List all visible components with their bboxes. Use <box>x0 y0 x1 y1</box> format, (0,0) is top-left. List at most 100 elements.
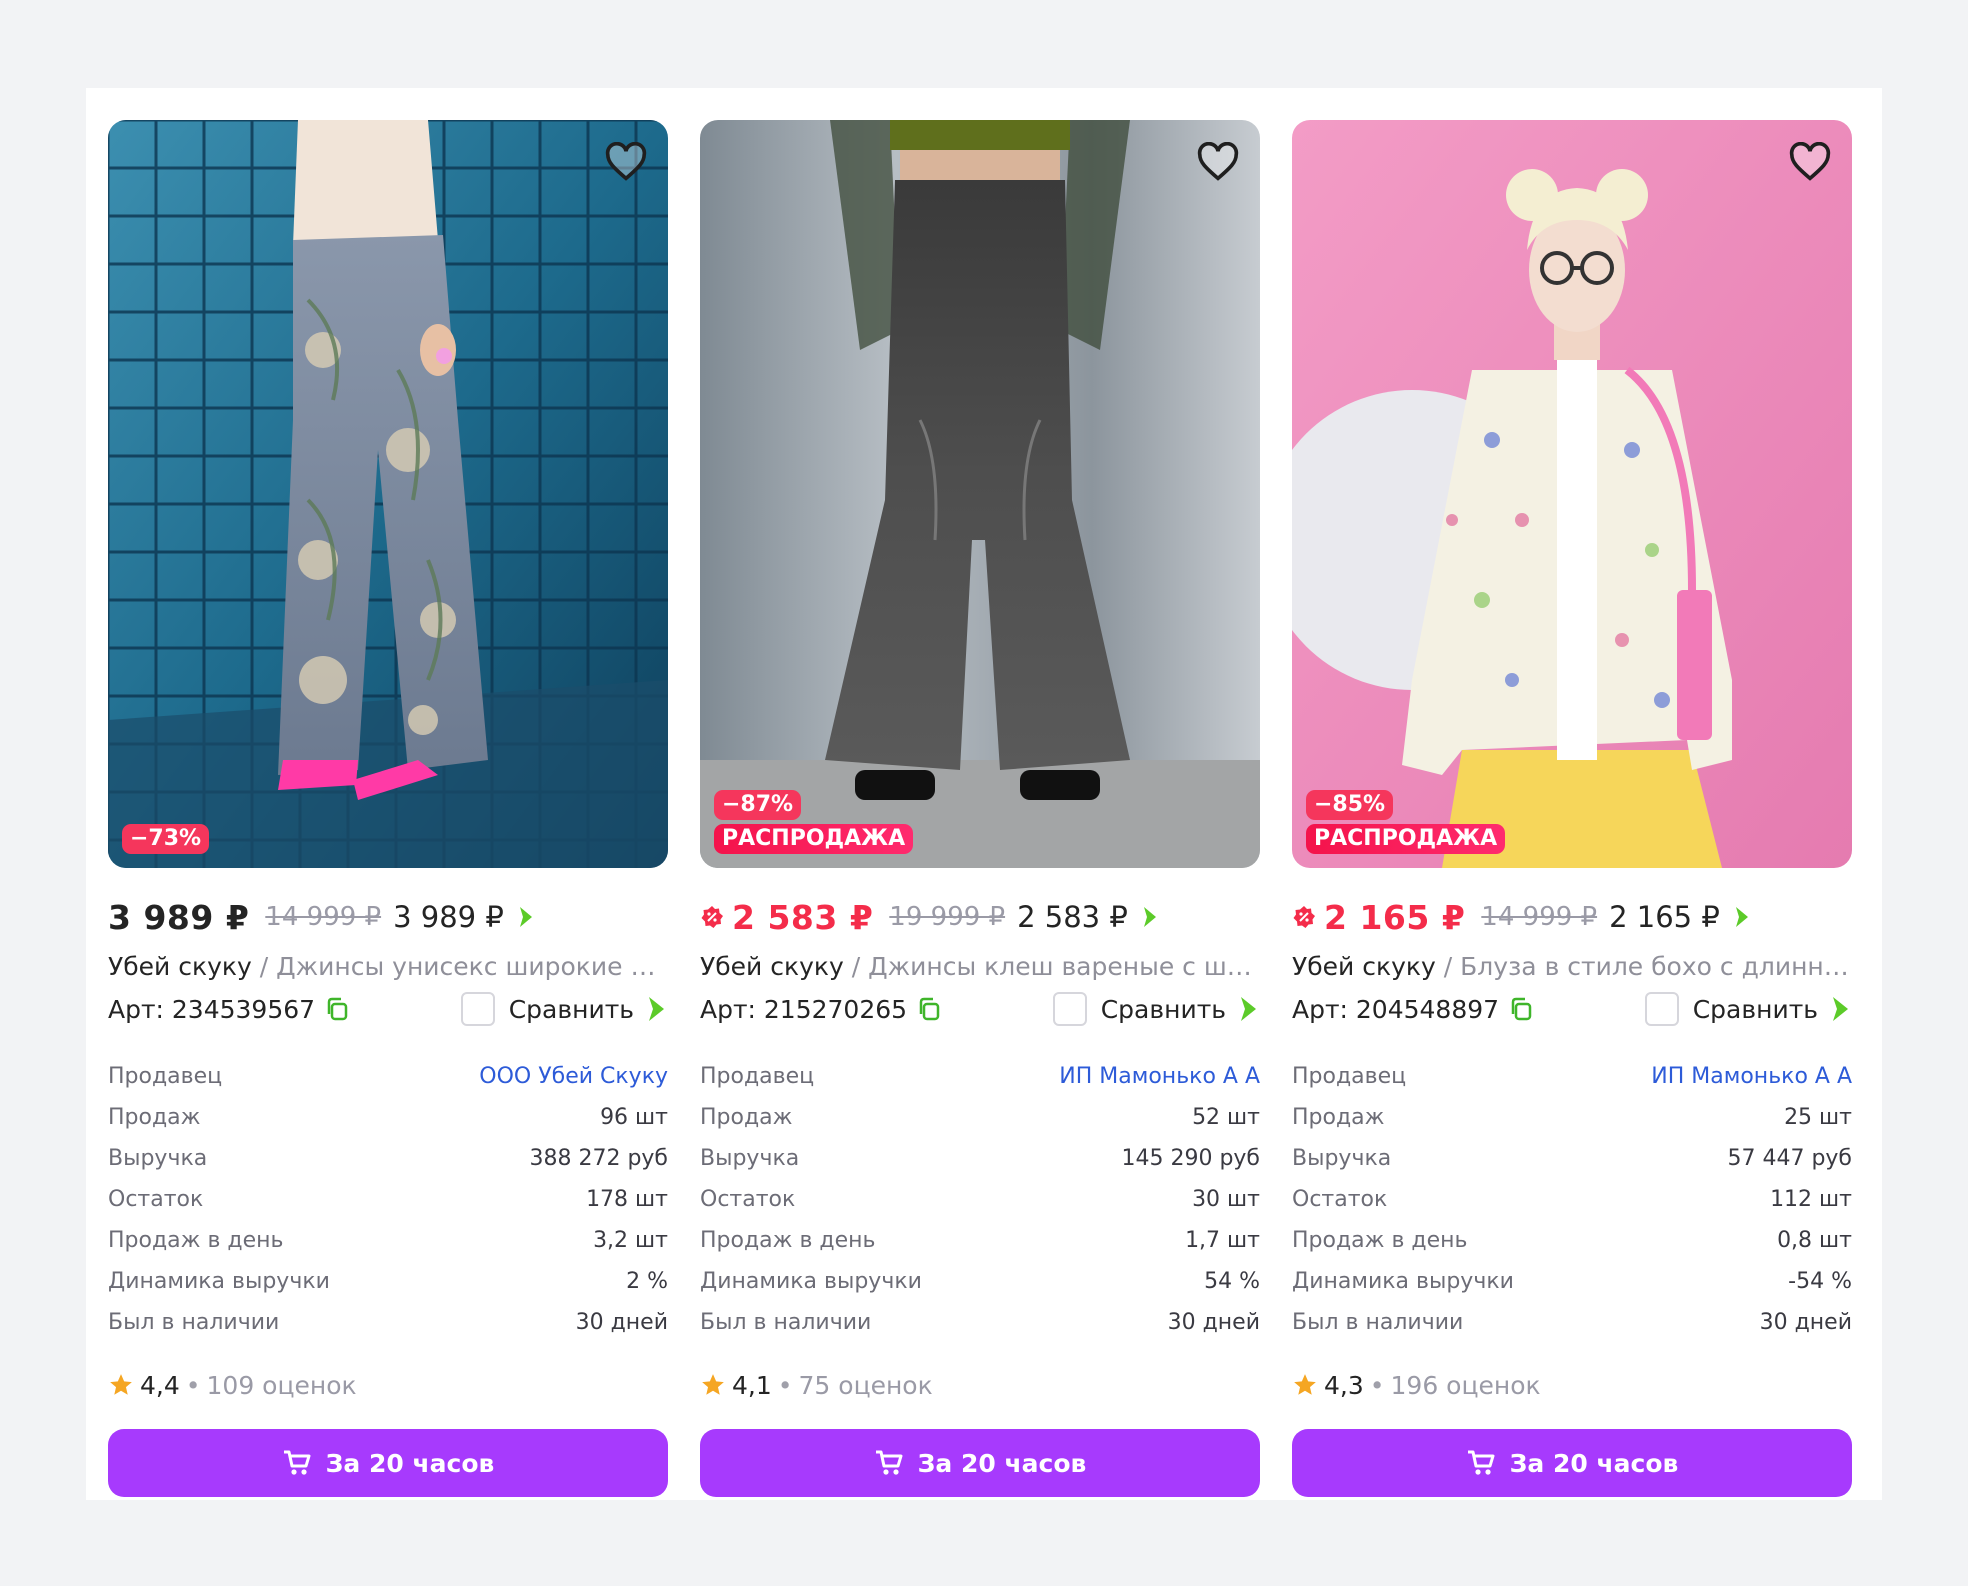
product-name[interactable]: Блуза в стиле бохо с длинн… <box>1460 952 1849 981</box>
buy-button[interactable]: За 20 часов <box>700 1429 1260 1497</box>
sale-badge: РАСПРОДАЖА <box>714 824 914 854</box>
compare-checkbox[interactable] <box>1052 992 1087 1026</box>
compare-checkbox[interactable] <box>1644 992 1679 1026</box>
copy-icon[interactable] <box>915 995 943 1023</box>
stat-value: 30 дней <box>1759 1310 1852 1335</box>
stat-sales: Продаж 52 шт <box>700 1097 1260 1138</box>
stat-revenue-dynamics: Динамика выручки 2 % <box>108 1261 668 1302</box>
sale-percent-icon <box>1293 906 1315 928</box>
rating-row[interactable]: 4,1 • 75 оценок <box>700 1365 1260 1405</box>
stat-value: 25 шт <box>1784 1105 1852 1130</box>
stat-stock: Остаток 112 шт <box>1292 1179 1852 1220</box>
wallet-price: 3 989 ₽ <box>393 900 504 934</box>
current-price: 3 989 ₽ <box>108 897 250 937</box>
wallet-arrow-icon <box>519 907 532 927</box>
rating-row[interactable]: 4,4 • 109 оценок <box>108 1365 668 1405</box>
product-title[interactable]: Убей скуку / Блуза в стиле бохо с длинн… <box>1292 950 1852 984</box>
product-image-boho-blouse <box>1292 120 1852 868</box>
product-name[interactable]: Джинсы унисекс широкие … <box>276 952 655 981</box>
article-number: Арт: 204548897 <box>1292 994 1500 1024</box>
old-price: 19 999 ₽ <box>889 902 1006 932</box>
current-price: 2 583 ₽ <box>732 897 874 937</box>
cart-icon <box>283 1450 311 1475</box>
heart-outline-icon <box>605 142 647 181</box>
article-row: Арт: 204548897 Сравнить <box>1292 990 1852 1028</box>
stat-label: Продавец <box>700 1064 815 1089</box>
stat-sales: Продаж 96 шт <box>108 1097 668 1138</box>
reviews-count[interactable]: 109 оценок <box>207 1371 357 1400</box>
rating-value: 4,4 <box>140 1370 180 1400</box>
buy-button[interactable]: За 20 часов <box>108 1429 668 1497</box>
stat-sales-per-day: Продаж в день 1,7 шт <box>700 1220 1260 1261</box>
title-separator: / <box>259 952 277 981</box>
stat-value: -54 % <box>1788 1269 1852 1294</box>
compare-toggle[interactable]: Сравнить <box>1052 992 1260 1026</box>
compare-label: Сравнить <box>1100 994 1226 1024</box>
stat-value: 145 290 руб <box>1121 1146 1260 1171</box>
product-card[interactable]: −73% 3 989 ₽ 14 999 ₽ 3 989 ₽ Убей скуку… <box>108 120 668 1497</box>
brand-name[interactable]: Убей скуку <box>108 952 252 981</box>
stat-label: Остаток <box>1292 1187 1388 1212</box>
compare-toggle[interactable]: Сравнить <box>1644 992 1852 1026</box>
stat-value: 52 шт <box>1192 1105 1260 1130</box>
compare-arrow-icon <box>649 997 664 1021</box>
stat-value: 30 дней <box>575 1310 668 1335</box>
copy-icon[interactable] <box>1507 995 1535 1023</box>
seller-link[interactable]: ИП Мамонько А А <box>1059 1064 1260 1089</box>
stat-label: Продаж <box>700 1105 793 1130</box>
sale-percent-icon <box>701 906 723 928</box>
stats-table: Продавец ИП Мамонько А А Продаж 25 шт Вы… <box>1292 1056 1852 1343</box>
stat-value: 54 % <box>1204 1269 1260 1294</box>
product-photo[interactable]: −87% РАСПРОДАЖА <box>700 120 1260 868</box>
stat-value: 112 шт <box>1770 1187 1852 1212</box>
product-photo[interactable]: −73% <box>108 120 668 868</box>
stat-revenue-dynamics: Динамика выручки -54 % <box>1292 1261 1852 1302</box>
stat-stock: Остаток 30 шт <box>700 1179 1260 1220</box>
star-icon <box>702 1374 724 1395</box>
reviews-count[interactable]: 196 оценок <box>1391 1371 1541 1400</box>
discount-badge: −87% <box>714 790 802 820</box>
title-separator: / <box>851 952 869 981</box>
badges: −87% РАСПРОДАЖА <box>714 790 914 854</box>
stat-label: Продаж в день <box>1292 1228 1468 1253</box>
brand-name[interactable]: Убей скуку <box>1292 952 1436 981</box>
product-photo[interactable]: −85% РАСПРОДАЖА <box>1292 120 1852 868</box>
stat-label: Был в наличии <box>1292 1310 1464 1335</box>
seller-link[interactable]: ООО Убей Скуку <box>479 1064 668 1089</box>
product-title[interactable]: Убей скуку / Джинсы клеш вареные с ш… <box>700 950 1260 984</box>
favorite-button[interactable] <box>602 138 650 186</box>
stat-value: 57 447 руб <box>1727 1146 1852 1171</box>
stats-table: Продавец ООО Убей Скуку Продаж 96 шт Выр… <box>108 1056 668 1343</box>
stat-label: Был в наличии <box>700 1310 872 1335</box>
buy-button[interactable]: За 20 часов <box>1292 1429 1852 1497</box>
stat-value: 3,2 шт <box>593 1228 668 1253</box>
product-card[interactable]: −87% РАСПРОДАЖА 2 583 ₽ 19 999 ₽ 2 583 ₽… <box>700 120 1260 1497</box>
buy-button-label: За 20 часов <box>325 1448 495 1478</box>
stat-label: Выручка <box>700 1146 800 1171</box>
seller-link[interactable]: ИП Мамонько А А <box>1651 1064 1852 1089</box>
rating-row[interactable]: 4,3 • 196 оценок <box>1292 1365 1852 1405</box>
stat-value: 178 шт <box>586 1187 668 1212</box>
stat-value: 30 шт <box>1192 1187 1260 1212</box>
stat-label: Продаж <box>108 1105 201 1130</box>
stat-revenue-dynamics: Динамика выручки 54 % <box>700 1261 1260 1302</box>
reviews-count[interactable]: 75 оценок <box>799 1371 933 1400</box>
product-card[interactable]: −85% РАСПРОДАЖА 2 165 ₽ 14 999 ₽ 2 165 ₽… <box>1292 120 1852 1497</box>
product-title[interactable]: Убей скуку / Джинсы унисекс широкие … <box>108 950 668 984</box>
compare-toggle[interactable]: Сравнить <box>460 992 668 1026</box>
stat-value: 2 % <box>626 1269 668 1294</box>
stat-stock: Остаток 178 шт <box>108 1179 668 1220</box>
compare-label: Сравнить <box>508 994 634 1024</box>
stat-value: 388 272 руб <box>529 1146 668 1171</box>
stat-value: 30 дней <box>1167 1310 1260 1335</box>
brand-name[interactable]: Убей скуку <box>700 952 844 981</box>
compare-arrow-icon <box>1241 997 1256 1021</box>
favorite-button[interactable] <box>1786 138 1834 186</box>
copy-icon[interactable] <box>323 995 351 1023</box>
compare-checkbox[interactable] <box>460 992 495 1026</box>
wallet-price: 2 165 ₽ <box>1609 900 1720 934</box>
old-price: 14 999 ₽ <box>265 902 382 932</box>
stat-revenue: Выручка 57 447 руб <box>1292 1138 1852 1179</box>
product-name[interactable]: Джинсы клеш вареные с ш… <box>868 952 1252 981</box>
favorite-button[interactable] <box>1194 138 1242 186</box>
